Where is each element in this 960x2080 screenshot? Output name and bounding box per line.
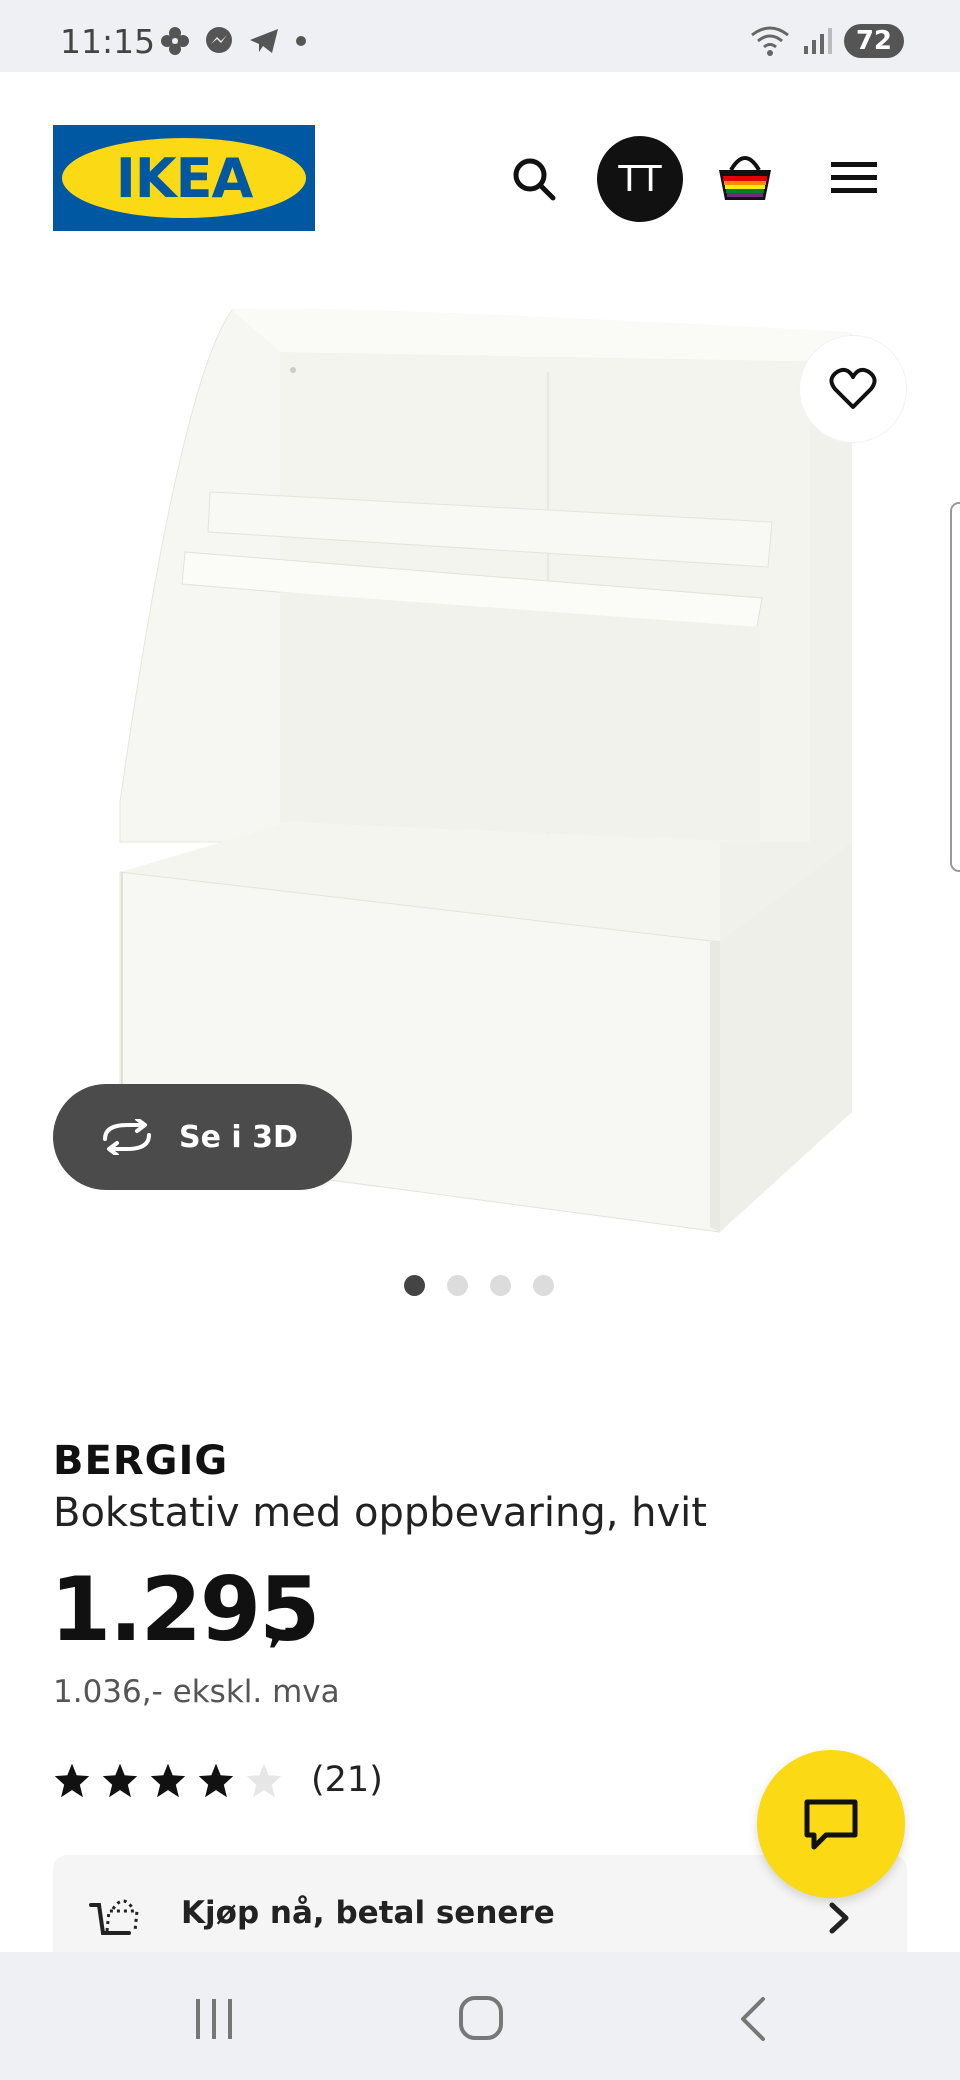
star-icon [102,1763,138,1798]
system-navigation-bar [0,1952,960,2080]
rating-count: (21) [311,1760,383,1800]
flower-icon [161,27,189,55]
side-scroll-handle[interactable] [950,502,960,872]
status-bar: 11:15 72 [0,0,960,72]
status-time: 11:15 [60,22,156,61]
pagination-dot[interactable] [404,1275,425,1296]
pagination-dot[interactable] [490,1275,511,1296]
recent-apps-icon[interactable] [192,1997,236,2041]
star-icon [198,1763,234,1798]
price-suffix: ,- [268,1606,300,1652]
ikea-logo[interactable]: IKEA [53,125,315,231]
search-icon [513,158,556,201]
wifi-icon [750,26,789,56]
chevron-right-icon [829,1902,849,1934]
user-avatar-button[interactable]: TT [597,136,683,222]
pagination-dot[interactable] [533,1275,554,1296]
pay-later-label: Kjøp nå, betal senere [181,1895,555,1931]
pay-later-icon [89,1899,139,1935]
system-status-icons: 72 [750,24,904,58]
signal-icon [803,28,832,54]
heart-icon [829,367,877,409]
logo-text: IKEA [115,146,254,210]
telegram-icon [250,29,278,53]
product-rating[interactable]: (21) [53,1760,383,1800]
view-in-3d-button[interactable]: Se i 3D [53,1084,352,1190]
notification-icons [160,26,308,56]
favorite-button[interactable] [800,336,906,442]
cart-button[interactable] [713,148,777,208]
menu-button[interactable] [826,150,882,206]
chat-button[interactable] [757,1750,905,1898]
home-icon[interactable] [458,1995,504,2041]
pagination-dot[interactable] [447,1275,468,1296]
battery-indicator: 72 [843,24,904,58]
avatar-initials: TT [618,158,662,200]
star-empty-icon [246,1763,282,1798]
view-in-3d-label: Se i 3D [179,1119,298,1155]
shopping-basket-icon [719,156,771,200]
back-icon[interactable] [735,1995,769,2043]
hamburger-menu-icon [831,162,877,193]
chat-bubble-icon [804,1799,858,1850]
rotate-3d-icon [103,1119,151,1155]
messenger-icon [206,27,232,53]
price-ex-vat: 1.036,- ekskl. mva [53,1674,340,1710]
star-icon [54,1763,90,1798]
product-brand: BERGIG [53,1438,229,1484]
image-pagination [404,1275,554,1296]
star-icon [150,1763,186,1798]
search-button[interactable] [505,150,563,208]
more-dot-icon [296,36,306,46]
product-description: Bokstativ med oppbevaring, hvit [53,1490,707,1536]
